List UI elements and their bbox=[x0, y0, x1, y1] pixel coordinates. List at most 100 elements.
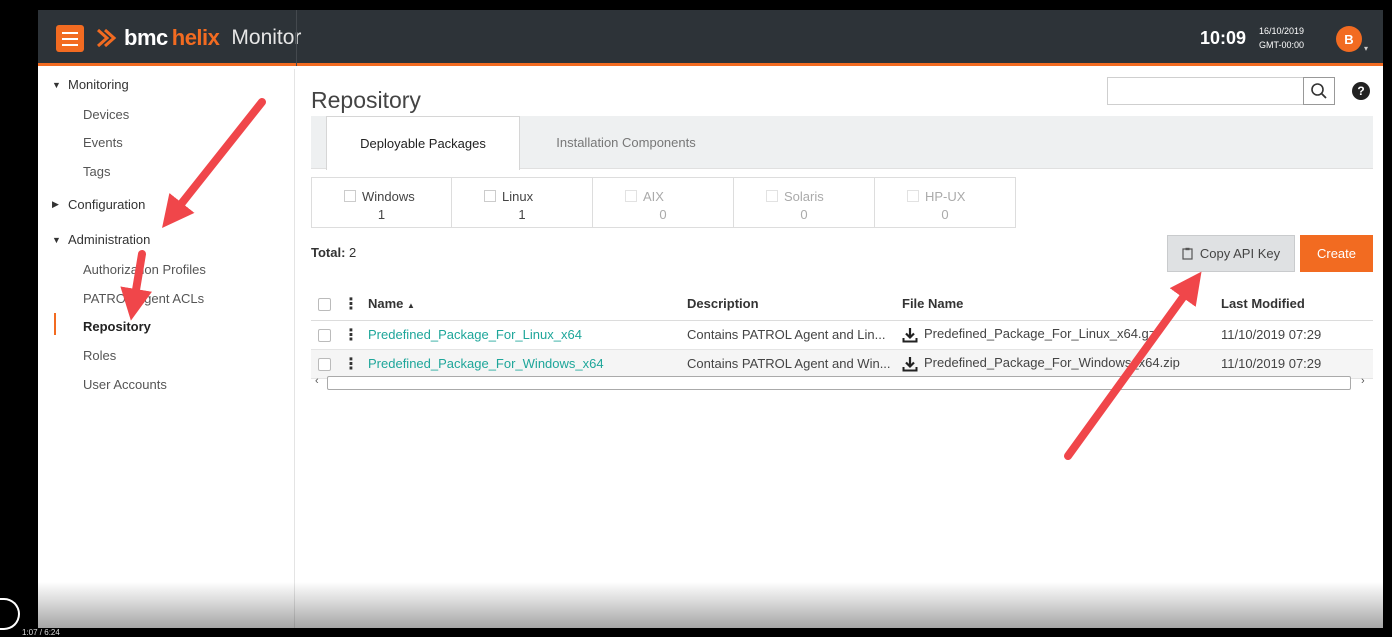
filter-count: 0 bbox=[659, 207, 667, 222]
tab-deployable-packages[interactable]: Deployable Packages bbox=[326, 116, 520, 170]
sidebar-item-user-accounts[interactable]: User Accounts bbox=[83, 377, 167, 392]
chevron-down-icon[interactable]: ▾ bbox=[1364, 44, 1368, 53]
sidebar-group-monitoring[interactable]: ▼ Monitoring bbox=[52, 77, 129, 92]
tabs-bar: Deployable Packages Installation Compone… bbox=[311, 116, 1373, 170]
row-select-cell: ⋮ bbox=[311, 320, 368, 350]
row-last-modified: 11/10/2019 07:29 bbox=[1221, 349, 1373, 379]
row-checkbox[interactable] bbox=[318, 329, 331, 343]
filter-windows[interactable]: Windows 1 bbox=[311, 177, 452, 228]
create-button[interactable]: Create bbox=[1300, 235, 1373, 272]
select-all-checkbox[interactable] bbox=[318, 298, 331, 312]
search-icon bbox=[1311, 83, 1327, 99]
sidebar-group-administration[interactable]: ▼ Administration bbox=[52, 232, 150, 247]
horizontal-scrollbar[interactable]: ‹ › bbox=[311, 375, 1373, 391]
column-last-modified[interactable]: Last Modified bbox=[1221, 288, 1373, 321]
brand-helix: helix bbox=[171, 25, 220, 50]
row-description: Contains PATROL Agent and Lin... bbox=[687, 320, 902, 350]
video-overlay-fade bbox=[38, 582, 1383, 628]
search-button[interactable] bbox=[1303, 77, 1335, 105]
row-last-modified: 11/10/2019 07:29 bbox=[1221, 320, 1373, 350]
filter-checkbox bbox=[766, 190, 778, 202]
filter-label: HP-UX bbox=[925, 189, 966, 204]
sort-asc-icon: ▲ bbox=[407, 301, 415, 311]
row-menu-icon[interactable]: ⋮ bbox=[343, 356, 359, 372]
packages-table: ⋮ Name ▲ Description File Name Last Modi… bbox=[311, 288, 1373, 379]
video-play-icon[interactable] bbox=[0, 598, 20, 630]
scroll-right-icon[interactable]: › bbox=[1361, 375, 1365, 387]
caret-right-icon: ▶ bbox=[52, 199, 59, 209]
filter-solaris: Solaris 0 bbox=[734, 177, 875, 228]
clock-time: 10:09 bbox=[1200, 28, 1247, 48]
sidebar-group-label: Configuration bbox=[68, 197, 146, 212]
table-row[interactable]: ⋮ Predefined_Package_For_Linux_x64 Conta… bbox=[311, 320, 1373, 350]
filter-label: AIX bbox=[643, 189, 664, 204]
column-menu-icon[interactable]: ⋮ bbox=[343, 296, 359, 312]
filter-checkbox bbox=[625, 190, 637, 202]
filter-label: Windows bbox=[362, 189, 415, 204]
row-name-cell: Predefined_Package_For_Windows_x64 bbox=[368, 349, 687, 379]
hamburger-menu-icon[interactable] bbox=[56, 25, 84, 52]
row-description: Contains PATROL Agent and Win... bbox=[687, 349, 902, 379]
download-icon[interactable] bbox=[902, 356, 918, 372]
column-name[interactable]: Name ▲ bbox=[368, 288, 687, 321]
caret-down-icon: ▼ bbox=[52, 234, 61, 245]
download-icon[interactable] bbox=[902, 327, 918, 343]
package-name-link[interactable]: Predefined_Package_For_Linux_x64 bbox=[368, 327, 582, 342]
scroll-left-icon[interactable]: ‹ bbox=[315, 375, 319, 387]
filter-label: Linux bbox=[502, 189, 534, 204]
filter-label: Solaris bbox=[784, 189, 824, 204]
brand-logo[interactable]: bmc helix Monitor bbox=[96, 24, 301, 52]
page-title: Repository bbox=[311, 87, 421, 113]
user-avatar[interactable]: B bbox=[1336, 26, 1362, 52]
sidebar-item-patrol-agent-acls[interactable]: PATROL Agent ACLs bbox=[83, 291, 204, 306]
column-description[interactable]: Description bbox=[687, 288, 902, 321]
row-menu-icon[interactable]: ⋮ bbox=[343, 327, 359, 343]
row-file-cell: Predefined_Package_For_Linux_x64.gz bbox=[902, 320, 1221, 350]
copy-api-key-button[interactable]: Copy API Key bbox=[1167, 235, 1295, 272]
table-row[interactable]: ⋮ Predefined_Package_For_Windows_x64 Con… bbox=[311, 349, 1373, 379]
sidebar-item-roles[interactable]: Roles bbox=[83, 348, 116, 363]
row-checkbox[interactable] bbox=[318, 358, 331, 372]
row-name-cell: Predefined_Package_For_Linux_x64 bbox=[368, 320, 687, 350]
bmc-logo-icon bbox=[97, 28, 117, 48]
filter-checkbox[interactable] bbox=[344, 190, 356, 202]
row-file-name: Predefined_Package_For_Windows_x64.zip bbox=[924, 355, 1180, 371]
help-icon[interactable]: ? bbox=[1352, 82, 1370, 100]
sidebar-item-tags[interactable]: Tags bbox=[83, 164, 110, 179]
top-bar: bmc helix Monitor 10:09 16/10/2019 GMT-0… bbox=[38, 10, 1383, 66]
app-window: bmc helix Monitor 10:09 16/10/2019 GMT-0… bbox=[38, 10, 1383, 628]
filter-aix: AIX 0 bbox=[593, 177, 734, 228]
sidebar-item-repository[interactable]: Repository bbox=[83, 319, 151, 334]
total-value: 2 bbox=[349, 245, 357, 260]
filter-count: 1 bbox=[518, 207, 526, 222]
filter-linux[interactable]: Linux 1 bbox=[452, 177, 593, 228]
date-text: 16/10/2019 bbox=[1259, 26, 1305, 36]
package-name-link[interactable]: Predefined_Package_For_Windows_x64 bbox=[368, 356, 604, 371]
filter-checkbox bbox=[907, 190, 919, 202]
sidebar-group-label: Administration bbox=[68, 232, 151, 247]
header-select-cell: ⋮ bbox=[311, 288, 368, 321]
topbar-divider bbox=[296, 10, 297, 66]
clipboard-icon bbox=[1182, 247, 1193, 260]
filter-count: 1 bbox=[377, 207, 386, 222]
product-name: Monitor bbox=[231, 26, 302, 49]
os-filters: Windows 1 Linux 1 AIX 0 Solaris 0 HP-UX bbox=[311, 177, 1016, 228]
row-file-name: Predefined_Package_For_Linux_x64.gz bbox=[924, 326, 1156, 342]
clock-date: 16/10/2019 GMT-00:00 bbox=[1259, 24, 1304, 52]
column-name-label: Name bbox=[368, 296, 404, 312]
sidebar-item-authorization-profiles[interactable]: Authorization Profiles bbox=[83, 262, 206, 277]
main-content: Repository ? Deployable Packages Install… bbox=[296, 69, 1383, 628]
tab-installation-components[interactable]: Installation Components bbox=[526, 116, 726, 169]
scrollbar-thumb[interactable] bbox=[327, 376, 1351, 390]
sidebar: ▼ Monitoring Devices Events Tags ▶ Confi… bbox=[38, 69, 295, 628]
row-file-cell: Predefined_Package_For_Windows_x64.zip bbox=[902, 349, 1221, 379]
sidebar-item-events[interactable]: Events bbox=[83, 135, 123, 150]
search-input[interactable] bbox=[1107, 77, 1335, 105]
caret-down-icon: ▼ bbox=[52, 79, 61, 90]
active-indicator bbox=[54, 313, 56, 335]
sidebar-group-configuration[interactable]: ▶ Configuration bbox=[52, 197, 145, 212]
column-file-name[interactable]: File Name bbox=[902, 288, 1221, 321]
filter-checkbox[interactable] bbox=[484, 190, 496, 202]
sidebar-item-devices[interactable]: Devices bbox=[83, 107, 129, 122]
copy-api-key-label: Copy API Key bbox=[1199, 246, 1281, 261]
